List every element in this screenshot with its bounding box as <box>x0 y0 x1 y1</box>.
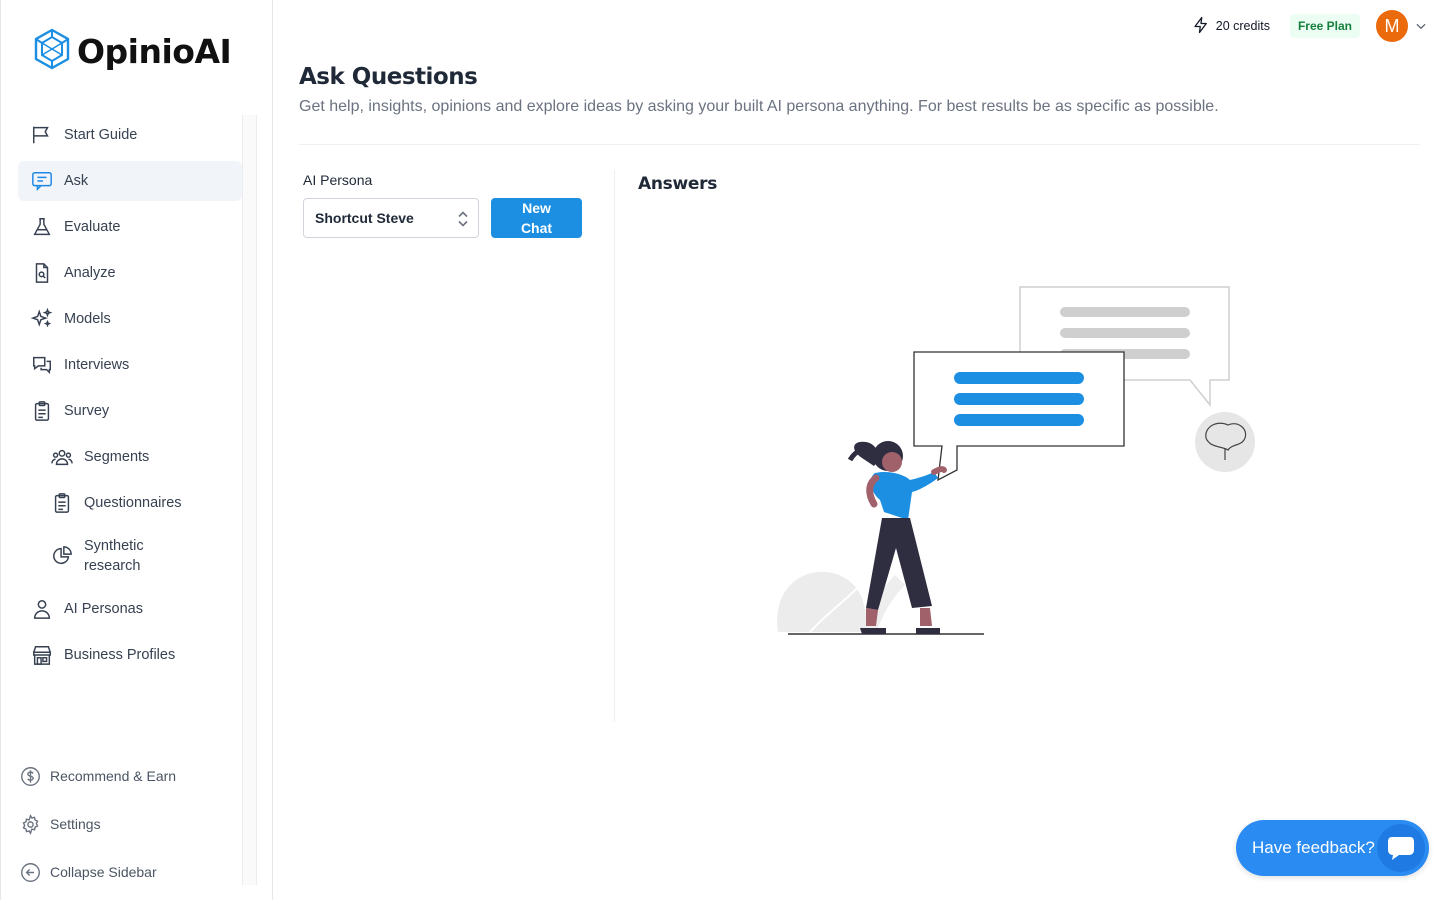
sidebar-item-evaluate[interactable]: Evaluate <box>18 207 242 247</box>
flask-icon <box>30 215 54 239</box>
sidebar: OpinioAI Start Guide Ask Evaluate Analyz… <box>0 0 273 900</box>
collapse-sidebar-button[interactable]: Collapse Sidebar <box>19 856 239 888</box>
feedback-label: Have feedback? <box>1252 838 1375 857</box>
flag-icon <box>30 123 54 147</box>
sidebar-item-questionnaires[interactable]: Questionnaires <box>18 483 242 523</box>
empty-state-illustration <box>770 280 1270 645</box>
sidebar-item-label: Evaluate <box>64 219 121 235</box>
chevron-up-down-icon <box>456 210 470 231</box>
clipboard-icon <box>30 399 54 423</box>
chat-bubbles-icon <box>30 353 54 377</box>
sidebar-item-label: Interviews <box>64 357 130 373</box>
panel-divider <box>614 170 615 722</box>
collapse-sidebar-label: Collapse Sidebar <box>50 864 157 880</box>
sidebar-item-start-guide[interactable]: Start Guide <box>18 115 242 155</box>
sidebar-item-business-profiles[interactable]: Business Profiles <box>18 635 242 675</box>
persona-label: AI Persona <box>303 172 373 188</box>
sidebar-item-interviews[interactable]: Interviews <box>18 345 242 385</box>
sidebar-item-models[interactable]: Models <box>18 299 242 339</box>
feedback-button[interactable]: Have feedback? <box>1236 820 1429 876</box>
sparkles-icon <box>30 307 54 331</box>
page-subtitle: Get help, insights, opinions and explore… <box>299 98 1219 115</box>
logo-text: OpinioAI <box>77 32 232 71</box>
persona-select[interactable]: Shortcut Steve <box>303 198 479 238</box>
user-group-icon <box>50 445 74 469</box>
chevron-down-icon[interactable] <box>1414 19 1428 33</box>
lightning-icon <box>1192 16 1210 37</box>
message-bubble-icon <box>1377 824 1425 872</box>
sidebar-item-label: Business Profiles <box>64 647 176 663</box>
page-title: Ask Questions <box>299 64 478 90</box>
recommend-earn-label: Recommend & Earn <box>50 768 177 784</box>
sidebar-item-label: Synthetic research <box>84 538 144 574</box>
chat-icon <box>30 169 54 193</box>
persona-select-value: Shortcut Steve <box>315 210 414 226</box>
arrow-left-circle-icon <box>19 861 41 883</box>
sidebar-item-synthetic-research[interactable]: Synthetic research <box>18 529 242 583</box>
credits-text: 20 credits <box>1215 19 1270 33</box>
sidebar-item-label: Models <box>64 311 111 327</box>
sidebar-item-label: AI Personas <box>64 601 143 617</box>
sidebar-item-survey[interactable]: Survey <box>18 391 242 431</box>
sidebar-bottom: Recommend & Earn Settings Collapse Sideb… <box>19 760 239 904</box>
recommend-earn-link[interactable]: Recommend & Earn <box>19 760 239 792</box>
sidebar-item-label: Segments <box>84 449 150 465</box>
answers-title: Answers <box>638 174 718 194</box>
top-bar: 20 credits Free Plan M <box>1192 10 1428 42</box>
sidebar-item-label: Analyze <box>64 265 116 281</box>
clipboard-list-icon <box>50 491 74 515</box>
plan-badge[interactable]: Free Plan <box>1289 14 1360 38</box>
user-icon <box>30 597 54 621</box>
avatar[interactable]: M <box>1376 10 1408 42</box>
new-chat-button[interactable]: New Chat <box>491 198 582 238</box>
sidebar-scrollbar[interactable] <box>242 115 257 885</box>
dollar-circle-icon <box>19 765 41 787</box>
sidebar-item-label: Survey <box>64 403 110 419</box>
building-store-icon <box>30 643 54 667</box>
logo-icon <box>33 28 71 75</box>
settings-link[interactable]: Settings <box>19 808 239 840</box>
pie-chart-icon <box>50 544 74 568</box>
sidebar-nav: Start Guide Ask Evaluate Analyze Models <box>18 115 242 681</box>
gear-icon <box>19 813 41 835</box>
sidebar-item-segments[interactable]: Segments <box>18 437 242 477</box>
sidebar-item-label: Ask <box>64 173 89 189</box>
app-logo[interactable]: OpinioAI <box>33 28 232 75</box>
credits-indicator[interactable]: 20 credits <box>1192 16 1270 37</box>
sidebar-item-label: Start Guide <box>64 127 138 143</box>
sidebar-item-ask[interactable]: Ask <box>18 161 242 201</box>
header-divider <box>299 144 1420 145</box>
sidebar-item-analyze[interactable]: Analyze <box>18 253 242 293</box>
settings-label: Settings <box>50 816 101 832</box>
sidebar-item-ai-personas[interactable]: AI Personas <box>18 589 242 629</box>
new-chat-label: New Chat <box>520 200 553 236</box>
sidebar-item-label: Questionnaires <box>84 495 182 511</box>
document-search-icon <box>30 261 54 285</box>
